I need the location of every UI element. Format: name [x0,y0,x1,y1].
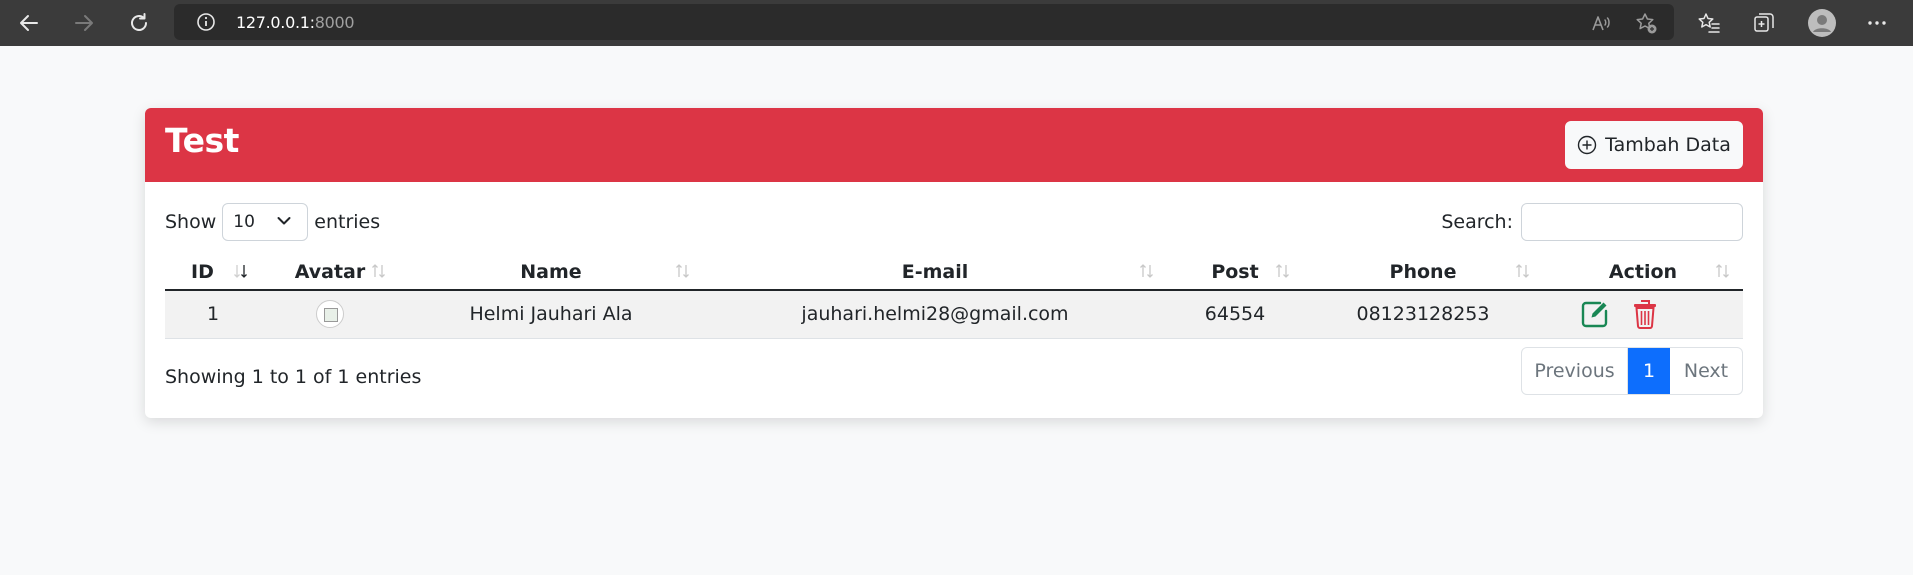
chevron-down-icon [277,217,291,225]
column-header-name[interactable]: Name [399,254,703,291]
table-header-row: ID Avatar Name E-mail Post Phone Action [165,254,1743,291]
address-bar[interactable]: 127.0.0.1: 8000 [174,4,1674,40]
previous-page-button[interactable]: Previous [1522,348,1628,394]
profile-icon[interactable] [1808,9,1836,37]
url-host: 127.0.0.1: [236,12,315,32]
column-header-action[interactable]: Action [1543,254,1743,291]
sort-desc-icon [234,265,247,278]
browser-toolbar: 127.0.0.1: 8000 [0,0,1913,46]
entries-select[interactable]: 10 [222,203,309,241]
card-title: Test [165,121,239,160]
table-search: Search: [1441,202,1743,242]
add-favorite-icon[interactable] [1632,9,1660,37]
card-header: Test Tambah Data [145,108,1763,182]
more-menu-icon[interactable] [1863,9,1891,37]
back-icon[interactable] [15,9,43,37]
add-data-button[interactable]: Tambah Data [1565,121,1743,169]
entries-select-value: 10 [233,212,255,232]
search-input[interactable] [1521,203,1743,241]
trash-icon[interactable] [1629,298,1661,330]
search-label: Search: [1441,211,1513,233]
sort-icon [1516,264,1529,278]
favorites-icon[interactable] [1695,9,1723,37]
site-info-icon[interactable] [196,12,216,37]
cell-phone: 08123128253 [1303,290,1543,339]
refresh-icon[interactable] [125,9,153,37]
cell-action [1543,290,1743,339]
cell-id: 1 [165,290,261,339]
edit-icon[interactable] [1579,298,1611,330]
table-controls: Show 10 entries Search: [165,202,1743,242]
entries-label: entries [314,211,381,233]
sort-icon [1716,264,1729,278]
plus-circle-icon [1577,135,1597,155]
entries-length: Show 10 entries [165,202,380,242]
url-port: 8000 [314,12,355,32]
data-card: Test Tambah Data Show 10 entries Search: [145,108,1763,418]
add-data-label: Tambah Data [1605,134,1731,156]
column-header-avatar[interactable]: Avatar [261,254,399,291]
sort-icon [1140,264,1153,278]
column-header-post[interactable]: Post [1167,254,1303,291]
cell-email: jauhari.helmi28@gmail.com [703,290,1167,339]
read-aloud-icon[interactable] [1587,9,1615,37]
next-page-button[interactable]: Next [1670,348,1742,394]
sort-icon [372,264,385,278]
pagination: Previous 1 Next [1521,347,1743,395]
table-info: Showing 1 to 1 of 1 entries [165,366,422,388]
avatar-broken-image-icon [316,300,344,329]
table-row: 1 Helmi Jauhari Ala jauhari.helmi28@gmai… [165,290,1743,339]
forward-icon[interactable] [70,9,98,37]
sort-icon [676,264,689,278]
data-table: ID Avatar Name E-mail Post Phone Action … [165,254,1743,339]
column-header-id[interactable]: ID [165,254,261,291]
cell-name: Helmi Jauhari Ala [399,290,703,339]
sort-icon [1276,264,1289,278]
cell-avatar [261,290,399,339]
column-header-email[interactable]: E-mail [703,254,1167,291]
show-label: Show [165,211,217,233]
column-header-phone[interactable]: Phone [1303,254,1543,291]
collections-icon[interactable] [1750,9,1778,37]
cell-post: 64554 [1167,290,1303,339]
page-1-button[interactable]: 1 [1628,348,1670,394]
